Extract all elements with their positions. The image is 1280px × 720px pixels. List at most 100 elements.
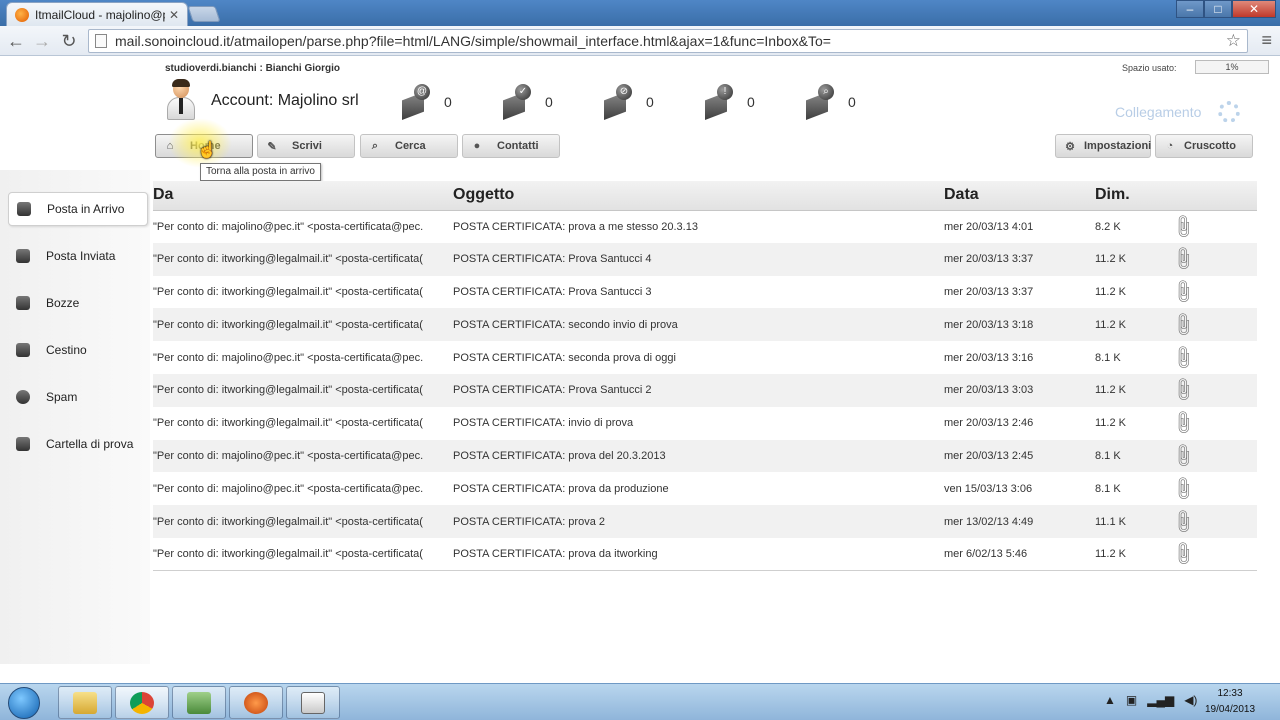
mail-row[interactable]: "Per conto di: itworking@legalmail.it" <… <box>153 242 1257 276</box>
bookmark-star-icon[interactable]: ☆ <box>1226 31 1241 51</box>
mail-subject: POSTA CERTIFICATA: seconda prova di oggi <box>453 351 676 364</box>
mail-date: mer 13/02/13 4:49 <box>944 505 1095 538</box>
mail-date: mer 20/03/13 3:37 <box>944 285 1034 298</box>
mail-subject: POSTA CERTIFICATA: Prova Santucci 4 <box>453 242 944 276</box>
mail-row[interactable]: "Per conto di: majolino@pec.it" <posta-c… <box>153 439 1257 473</box>
new-tab-button[interactable] <box>187 6 221 22</box>
network-icon[interactable]: ▂▄▆ <box>1147 693 1174 707</box>
mail-from: "Per conto di: itworking@legalmail.it" <… <box>153 417 423 430</box>
mail-date: mer 20/03/13 3:16 <box>944 351 1034 364</box>
mail-subject: POSTA CERTIFICATA: prova da itworking <box>453 537 944 572</box>
folder-test[interactable]: Cartella di prova <box>8 427 148 461</box>
back-icon[interactable]: ← <box>5 30 27 52</box>
taskbar-app4[interactable] <box>229 686 283 719</box>
mail-from: "Per conto di: majolino@pec.it" <posta-c… <box>153 220 424 233</box>
dashboard-label: Cruscotto <box>1184 140 1236 152</box>
mail-row[interactable]: "Per conto di: itworking@legalmail.it" <… <box>153 505 1257 538</box>
address-bar[interactable]: mail.sonoincloud.it/atmailopen/parse.php… <box>88 29 1248 53</box>
mail-row[interactable]: "Per conto di: itworking@legalmail.it" <… <box>153 537 1257 572</box>
mail-date: mer 20/03/13 3:03 <box>944 373 1095 407</box>
mail-from: "Per conto di: majolino@pec.it" <posta-c… <box>153 482 424 495</box>
mail-row[interactable]: "Per conto di: itworking@legalmail.it" <… <box>153 276 1257 309</box>
write-button[interactable]: ✎ Scrivi <box>257 134 355 158</box>
settings-button[interactable]: ⚙ Impostazioni <box>1055 134 1151 158</box>
mail-list-header: Da Oggetto Data Dim. <box>153 181 1257 211</box>
tray-arrow-icon[interactable]: ▲ <box>1104 693 1116 707</box>
dashboard-icon: ◔ <box>1166 140 1174 152</box>
folder-label: Spam <box>46 390 78 404</box>
mail-row[interactable]: "Per conto di: itworking@legalmail.it" <… <box>153 373 1257 407</box>
folder-trash[interactable]: Cestino <box>8 333 148 367</box>
account-title: Account: Majolino srl <box>211 92 359 109</box>
stat-mail-check[interactable]: ✓ 0 <box>503 84 573 122</box>
mail-row[interactable]: "Per conto di: itworking@legalmail.it" <… <box>153 308 1257 342</box>
taskbar-app5[interactable] <box>286 686 340 719</box>
stat-mail-alert[interactable]: ! 0 <box>705 84 775 122</box>
minimize-icon[interactable]: – <box>1176 0 1204 18</box>
start-button[interactable] <box>8 687 40 719</box>
clock-date[interactable]: 19/04/2013 <box>1200 704 1260 715</box>
reload-icon[interactable]: ↻ <box>58 30 80 52</box>
mail-row[interactable]: "Per conto di: majolino@pec.it" <posta-c… <box>153 472 1257 505</box>
stat-mail-at[interactable]: @ 0 <box>402 84 472 122</box>
tab-close-icon[interactable]: ✕ <box>169 8 179 22</box>
mail-list: Da Oggetto Data Dim. "Per conto di: majo… <box>153 181 1257 572</box>
stat-count: 0 <box>444 94 452 110</box>
drafts-icon <box>16 296 30 310</box>
user-line: studioverdi.bianchi : Bianchi Giorgio <box>165 63 341 74</box>
dashboard-button[interactable]: ◔ Cruscotto <box>1155 134 1253 158</box>
paperclip-icon: 📎︎ <box>1172 506 1198 536</box>
tray-app-icon[interactable]: ▣ <box>1126 693 1137 707</box>
space-used-label: Spazio usato: <box>1122 63 1177 73</box>
stat-mail-stop[interactable]: ⊘ 0 <box>604 84 674 122</box>
mail-subject: POSTA CERTIFICATA: invio di prova <box>453 417 634 430</box>
forward-icon[interactable]: → <box>31 30 53 52</box>
search-button[interactable]: ⌕ Cerca <box>360 134 458 158</box>
home-icon: ⌂ <box>166 140 174 152</box>
contacts-button[interactable]: ● Contatti <box>462 134 560 158</box>
person-icon: ● <box>473 140 481 152</box>
mail-date: mer 20/03/13 2:46 <box>944 417 1034 430</box>
mail-date: mer 20/03/13 4:01 <box>944 220 1034 233</box>
column-size[interactable]: Dim. <box>1095 181 1172 211</box>
mail-check-icon: ✓ <box>515 84 531 100</box>
mail-size: 8.2 K <box>1095 220 1121 233</box>
mail-row[interactable]: "Per conto di: majolino@pec.it" <posta-c… <box>153 341 1257 374</box>
url-text: mail.sonoincloud.it/atmailopen/parse.php… <box>115 33 831 49</box>
mail-date: mer 20/03/13 2:45 <box>944 439 1095 473</box>
mail-date: mer 20/03/13 3:37 <box>944 242 1095 276</box>
folder-inbox[interactable]: Posta in Arrivo <box>8 192 148 226</box>
maximize-icon[interactable]: □ <box>1204 0 1232 18</box>
mail-row[interactable]: "Per conto di: majolino@pec.it" <posta-c… <box>153 210 1257 243</box>
volume-icon[interactable]: ◀) <box>1184 693 1197 707</box>
folder-spam[interactable]: Spam <box>8 380 148 414</box>
mail-row[interactable]: "Per conto di: itworking@legalmail.it" <… <box>153 407 1257 440</box>
browser-menu-icon[interactable]: ≡ <box>1261 30 1272 51</box>
folder-icon <box>16 437 30 451</box>
clock-time[interactable]: 12:33 <box>1200 688 1260 699</box>
mail-size: 8.1 K <box>1095 351 1121 364</box>
mail-size: 11.2 K <box>1095 373 1172 407</box>
tab-title: ItmailCloud - majolino@p <box>35 7 165 22</box>
column-from[interactable]: Da <box>153 181 453 211</box>
folder-drafts[interactable]: Bozze <box>8 286 148 320</box>
paperclip-icon: 📎︎ <box>1172 310 1198 339</box>
mail-size: 11.2 K <box>1095 308 1172 342</box>
mail-date: mer 20/03/13 3:18 <box>944 308 1095 342</box>
taskbar-app3[interactable] <box>172 686 226 719</box>
mail-at-icon: @ <box>414 84 430 100</box>
stat-mail-search[interactable]: ⌕ 0 <box>806 84 876 122</box>
folder-label: Cartella di prova <box>46 437 134 451</box>
mail-subject: POSTA CERTIFICATA: Prova Santucci 3 <box>453 285 652 298</box>
stat-count: 0 <box>848 94 856 110</box>
close-window-icon[interactable]: ✕ <box>1232 0 1276 18</box>
taskbar-chrome[interactable] <box>115 686 169 719</box>
mail-size: 11.2 K <box>1095 285 1126 298</box>
column-attachment <box>1172 181 1257 211</box>
folder-sent[interactable]: Posta Inviata <box>8 239 148 273</box>
browser-tab[interactable]: ItmailCloud - majolino@p ✕ <box>6 2 188 26</box>
column-subject[interactable]: Oggetto <box>453 181 944 211</box>
column-date[interactable]: Data <box>944 181 1095 211</box>
taskbar-explorer[interactable] <box>58 686 112 719</box>
browser-titlebar: ItmailCloud - majolino@p ✕ – □ ✕ <box>0 0 1280 26</box>
